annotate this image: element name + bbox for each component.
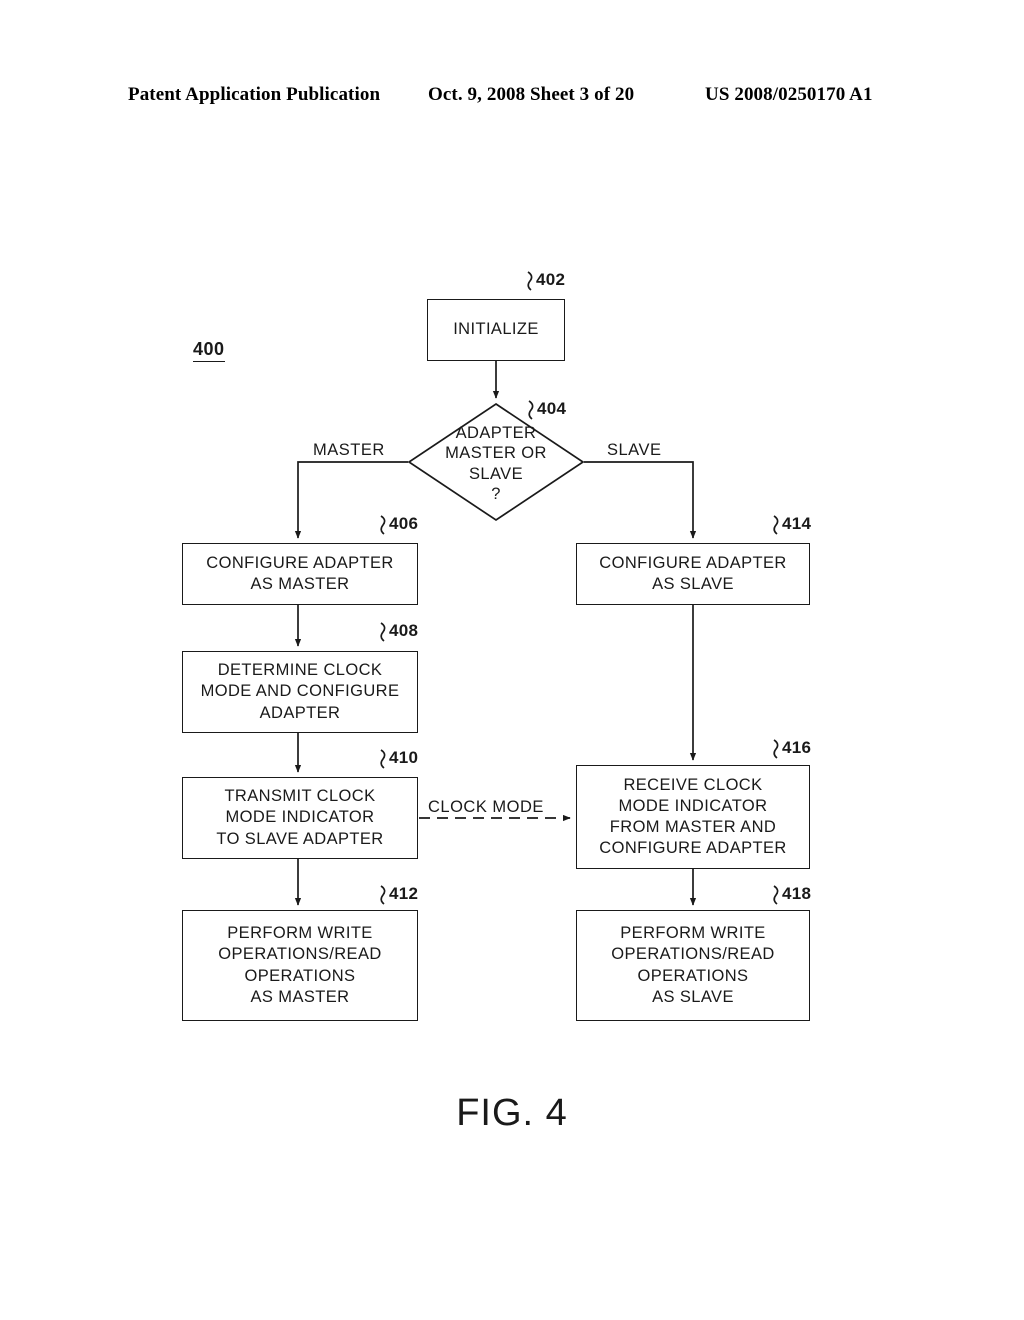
figure-caption: FIG. 4 (456, 1092, 568, 1134)
reference-numeral-406: 406 (389, 514, 419, 533)
node-initialize[interactable]: INITIALIZE (427, 299, 565, 361)
reference-numeral-412: 412 (389, 884, 419, 903)
node-configure-adapter-as-master[interactable]: CONFIGURE ADAPTER AS MASTER (182, 543, 418, 605)
node-perform-write-read-operations-as-slave[interactable]: PERFORM WRITE OPERATIONS/READ OPERATIONS… (576, 910, 810, 1021)
edge-label-slave: SLAVE (607, 441, 662, 459)
node-determine-clock-mode-and-configure-adapter[interactable]: DETERMINE CLOCK MODE AND CONFIGURE ADAPT… (182, 651, 418, 733)
node-transmit-clock-mode-indicator-to-slave-adapter[interactable]: TRANSMIT CLOCK MODE INDICATOR TO SLAVE A… (182, 777, 418, 859)
node-adapter-master-or-slave-decision[interactable]: ADAPTER MASTER OR SLAVE ? (408, 403, 584, 522)
reference-numeral-410: 410 (389, 748, 419, 767)
edge-label-clock-mode: CLOCK MODE (428, 798, 544, 816)
node-receive-clock-mode-indicator-from-master[interactable]: RECEIVE CLOCK MODE INDICATOR FROM MASTER… (576, 765, 810, 869)
diagram-reference-400: 400 (193, 339, 225, 362)
reference-numeral-404: 404 (537, 399, 567, 418)
reference-numeral-408: 408 (389, 621, 419, 640)
edge-label-master: MASTER (313, 441, 385, 459)
node-perform-write-read-operations-as-master[interactable]: PERFORM WRITE OPERATIONS/READ OPERATIONS… (182, 910, 418, 1021)
reference-numeral-418: 418 (782, 884, 812, 903)
flowchart-figure: 400 INITIALIZE ADAPTER MASTER OR SLAVE ?… (0, 0, 1024, 1320)
reference-numeral-402: 402 (536, 270, 566, 289)
decision-label: ADAPTER MASTER OR SLAVE ? (445, 424, 547, 503)
node-configure-adapter-as-slave[interactable]: CONFIGURE ADAPTER AS SLAVE (576, 543, 810, 605)
reference-numeral-414: 414 (782, 514, 812, 533)
reference-numeral-416: 416 (782, 738, 812, 757)
